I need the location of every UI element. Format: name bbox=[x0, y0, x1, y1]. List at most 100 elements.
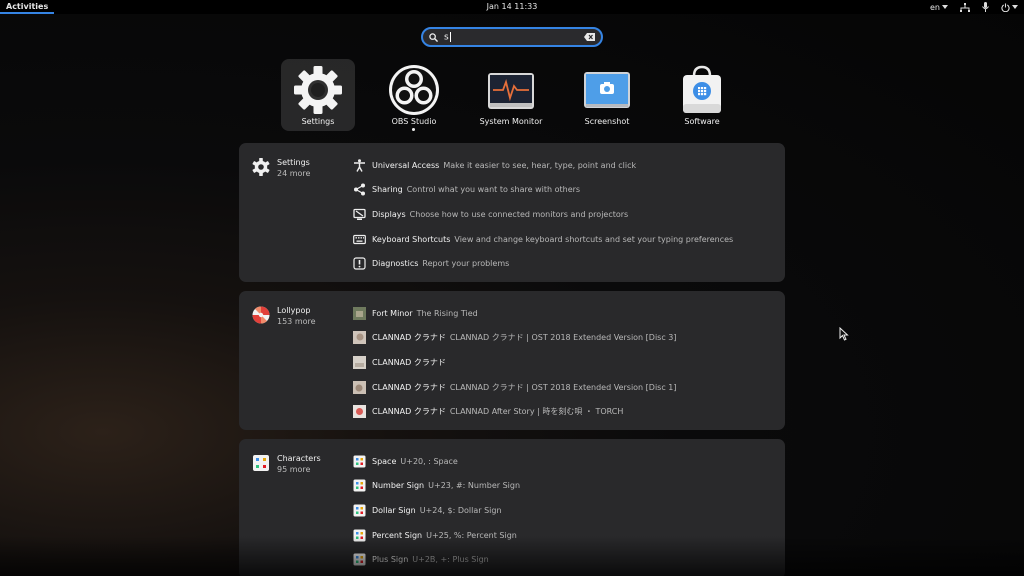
character-icon bbox=[353, 455, 366, 468]
character-icon bbox=[353, 553, 366, 566]
result-description: The Rising Tied bbox=[416, 308, 478, 318]
search-result-row[interactable]: Percent Sign U+25, %: Percent Sign bbox=[353, 523, 520, 548]
gear-icon bbox=[252, 158, 270, 176]
clock[interactable]: Jan 14 11:33 bbox=[487, 2, 538, 11]
search-result-row[interactable]: Fort Minor The Rising Tied bbox=[353, 301, 677, 326]
album-cover-icon bbox=[353, 405, 366, 419]
result-title: Keyboard Shortcuts bbox=[372, 234, 451, 244]
result-title: CLANNAD クラナド bbox=[372, 382, 446, 392]
keyboard-icon bbox=[353, 234, 366, 244]
search-result-row[interactable]: Number Sign U+23, #: Number Sign bbox=[353, 474, 520, 499]
result-description: Control what you want to share with othe… bbox=[406, 185, 581, 195]
power-icon bbox=[1001, 2, 1010, 12]
result-description: Choose how to use connected monitors and… bbox=[409, 209, 629, 219]
gear-icon bbox=[294, 66, 342, 114]
search-result-row[interactable]: Keyboard Shortcuts View and change keybo… bbox=[353, 227, 733, 252]
characters-icon bbox=[253, 455, 269, 471]
provider-more-count: 24 more bbox=[277, 169, 311, 178]
album-cover-icon bbox=[353, 380, 366, 394]
search-result-row[interactable]: CLANNAD クラナド bbox=[353, 350, 677, 375]
search-result-row[interactable]: Dollar Sign U+24, $: Dollar Sign bbox=[353, 498, 520, 523]
provider-name: Characters bbox=[277, 454, 321, 463]
top-bar: Activities Jan 14 11:33 en bbox=[0, 0, 1024, 14]
result-title: Space bbox=[372, 456, 397, 466]
character-icon bbox=[353, 529, 366, 542]
search-result-row[interactable]: Displays Choose how to use connected mon… bbox=[353, 202, 733, 227]
album-cover-icon bbox=[353, 331, 366, 345]
provider-more-count: 153 more bbox=[277, 317, 316, 326]
app-obs-studio[interactable]: OBS Studio bbox=[377, 59, 451, 131]
app-settings[interactable]: Settings bbox=[281, 59, 355, 131]
network-icon[interactable] bbox=[960, 2, 970, 12]
search-result-row[interactable]: CLANNAD クラナド CLANNAD After Story | 時を刻む唄… bbox=[353, 399, 677, 424]
provider-lollypop: Lollypop 153 more Fort Minor The Rising … bbox=[239, 291, 785, 430]
app-system-monitor[interactable]: System Monitor bbox=[474, 59, 548, 131]
result-title: CLANNAD クラナド bbox=[372, 357, 446, 367]
display-icon bbox=[353, 208, 366, 220]
result-title: CLANNAD クラナド bbox=[372, 407, 446, 417]
provider-header[interactable]: Lollypop 153 more bbox=[251, 305, 316, 327]
result-description: CLANNAD After Story | 時を刻む唄 ・ TORCH bbox=[449, 407, 624, 417]
result-description: U+20, : Space bbox=[400, 456, 458, 466]
result-description: CLANNAD クラナド | OST 2018 Extended Version… bbox=[449, 333, 677, 343]
power-menu[interactable] bbox=[1001, 2, 1018, 12]
provider-header[interactable]: Settings 24 more bbox=[251, 157, 310, 179]
search-result-row[interactable]: Diagnostics Report your problems bbox=[353, 251, 733, 276]
result-title: Universal Access bbox=[372, 160, 440, 170]
album-cover-icon bbox=[353, 355, 366, 369]
clear-search-icon[interactable] bbox=[584, 33, 595, 41]
obs-icon bbox=[389, 65, 439, 115]
result-description: Report your problems bbox=[422, 259, 510, 269]
search-input[interactable]: s bbox=[421, 27, 603, 47]
provider-header[interactable]: Characters 95 more bbox=[251, 453, 321, 475]
result-title: Displays bbox=[372, 209, 406, 219]
accessibility-icon bbox=[354, 159, 365, 172]
app-software[interactable]: Software bbox=[665, 59, 739, 131]
result-title: Diagnostics bbox=[372, 259, 419, 269]
result-title: Fort Minor bbox=[372, 308, 413, 318]
provider-more-count: 95 more bbox=[277, 465, 311, 474]
result-title: Plus Sign bbox=[372, 555, 409, 565]
search-result-row[interactable]: CLANNAD クラナド CLANNAD クラナド | OST 2018 Ext… bbox=[353, 375, 677, 400]
result-description: U+2B, +: Plus Sign bbox=[412, 555, 489, 565]
search-result-row[interactable]: Universal Access Make it easier to see, … bbox=[353, 153, 733, 178]
language-label: en bbox=[930, 2, 940, 12]
provider-characters: Characters 95 more Space U+20, : Space N… bbox=[239, 439, 785, 576]
search-text: s bbox=[444, 31, 451, 43]
result-description: U+24, $: Dollar Sign bbox=[419, 505, 502, 515]
provider-name: Lollypop bbox=[277, 306, 311, 315]
character-icon bbox=[353, 479, 366, 492]
microphone-icon[interactable] bbox=[982, 2, 989, 12]
mouse-cursor-icon bbox=[839, 327, 849, 341]
clock-area: Jan 14 11:33 bbox=[0, 0, 1024, 14]
search-icon bbox=[429, 32, 438, 42]
result-title: Sharing bbox=[372, 185, 403, 195]
search-result-row[interactable]: Plus Sign U+2B, +: Plus Sign bbox=[353, 547, 520, 572]
result-description: Make it easier to see, hear, type, point… bbox=[443, 160, 637, 170]
result-title: Number Sign bbox=[372, 481, 425, 491]
language-selector[interactable]: en bbox=[930, 3, 948, 12]
system-monitor-icon bbox=[488, 73, 534, 109]
running-indicator bbox=[412, 128, 415, 131]
system-tray: en bbox=[930, 0, 1018, 14]
app-screenshot[interactable]: Screenshot bbox=[570, 59, 644, 131]
result-title: Dollar Sign bbox=[372, 505, 416, 515]
provider-settings: Settings 24 more Universal Access Make i… bbox=[239, 143, 785, 282]
provider-name: Settings bbox=[277, 158, 310, 167]
album-cover-icon bbox=[353, 306, 366, 320]
share-icon bbox=[354, 183, 365, 196]
result-description: CLANNAD クラナド | OST 2018 Extended Version… bbox=[449, 382, 677, 392]
result-description: U+23, #: Number Sign bbox=[428, 481, 521, 491]
diagnostics-icon bbox=[353, 257, 366, 270]
lollypop-icon bbox=[252, 306, 270, 324]
chevron-down-icon bbox=[942, 5, 948, 9]
result-title: Percent Sign bbox=[372, 530, 423, 540]
result-description: U+25, %: Percent Sign bbox=[426, 530, 517, 540]
search-result-row[interactable]: Sharing Control what you want to share w… bbox=[353, 178, 733, 203]
activities-button[interactable]: Activities bbox=[0, 0, 55, 14]
search-result-row[interactable]: Space U+20, : Space bbox=[353, 449, 520, 474]
app-label: Software bbox=[684, 117, 720, 126]
search-result-row[interactable]: CLANNAD クラナド CLANNAD クラナド | OST 2018 Ext… bbox=[353, 326, 677, 351]
screenshot-icon bbox=[584, 72, 630, 108]
result-title: CLANNAD クラナド bbox=[372, 333, 446, 343]
